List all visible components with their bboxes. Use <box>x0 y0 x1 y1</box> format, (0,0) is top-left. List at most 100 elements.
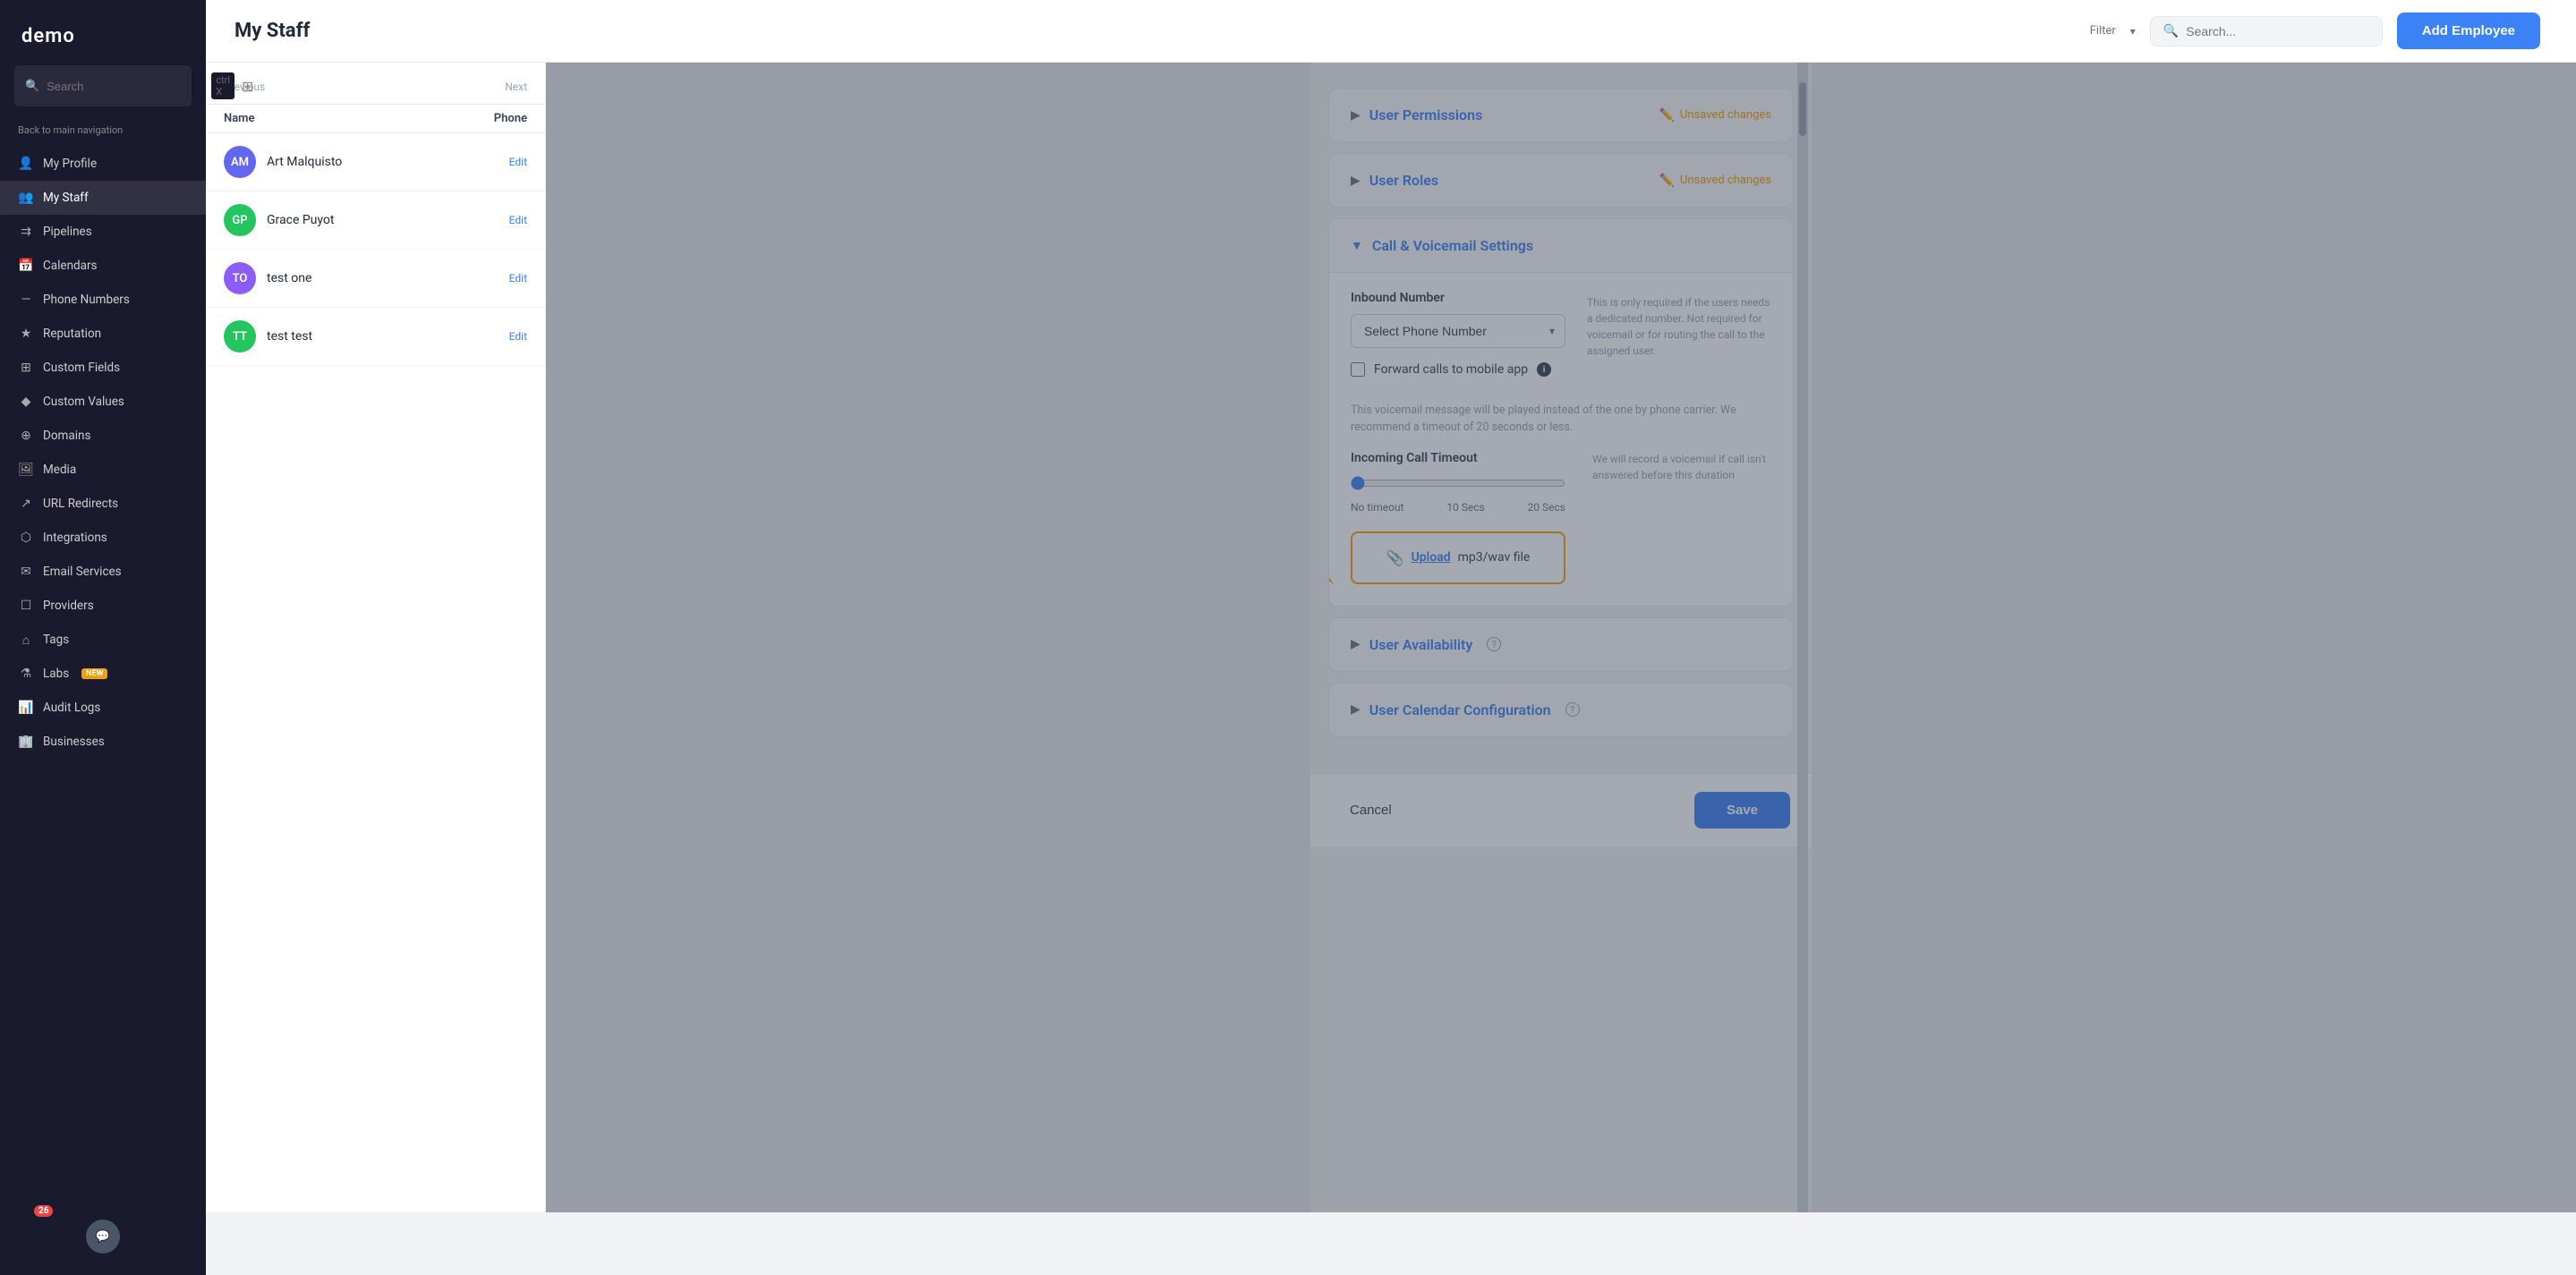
user-availability-header[interactable]: ▶ User Availability ? <box>1329 618 1793 671</box>
sidebar-search-bar[interactable]: 🔍 ctrl X ⊞ <box>14 65 192 106</box>
scrollbar[interactable] <box>1797 63 1808 1212</box>
filter-icon[interactable]: ⊞ <box>242 78 253 95</box>
top-bar: My Staff Filter ▾ 🔍 Add Employee <box>206 0 2576 63</box>
sidebar-item-email-services[interactable]: ✉ Email Services <box>0 555 206 589</box>
upload-text: mp3/wav file <box>1458 550 1531 565</box>
edit-link-testone[interactable]: Edit <box>509 272 527 285</box>
sidebar-item-label: Phone Numbers <box>43 293 130 307</box>
user-permissions-header[interactable]: ▶ User Permissions ✏️ Unsaved changes <box>1329 89 1793 141</box>
sidebar-item-url-redirects[interactable]: ↗ URL Redirects <box>0 487 206 521</box>
pipe-icon: ⇉ <box>18 224 34 240</box>
forward-calls-checkbox[interactable] <box>1351 362 1365 377</box>
sidebar-item-integrations[interactable]: ⬡ Integrations <box>0 521 206 555</box>
sidebar-item-label: My Staff <box>43 191 89 205</box>
staff-item-testone[interactable]: TO test one Edit <box>206 250 545 308</box>
user-availability-title: User Availability <box>1369 636 1473 653</box>
edit-link-art[interactable]: Edit <box>509 156 527 168</box>
sidebar-item-my-staff[interactable]: 👥 My Staff <box>0 181 206 215</box>
chevron-down-icon[interactable]: ▾ <box>2130 25 2136 38</box>
section-header-left: ▶ User Calendar Configuration ? <box>1351 701 1580 718</box>
avatar-testone: TO <box>224 262 256 294</box>
forward-calls-row: Forward calls to mobile app i <box>1351 362 1565 377</box>
help-icon[interactable]: ? <box>1487 637 1501 651</box>
slider-label-no-timeout: No timeout <box>1351 501 1404 514</box>
filter-label: Filter <box>2090 24 2116 38</box>
staff-item-grace[interactable]: GP Grace Puyot Edit <box>206 191 545 250</box>
user-availability-section: ▶ User Availability ? <box>1328 617 1794 672</box>
sidebar-item-label: Calendars <box>43 259 98 273</box>
user-calendar-header[interactable]: ▶ User Calendar Configuration ? <box>1329 684 1793 736</box>
search-icon: 🔍 <box>25 80 39 93</box>
help-icon[interactable]: ? <box>1565 702 1580 717</box>
paperclip-icon: 📎 <box>1386 549 1404 566</box>
phone-column-header: Phone <box>420 112 527 125</box>
sidebar-item-custom-values[interactable]: ◆ Custom Values <box>0 385 206 419</box>
unsaved-label: Unsaved changes <box>1680 174 1771 187</box>
cancel-button[interactable]: Cancel <box>1332 794 1410 827</box>
form-panel: ▶ User Permissions ✏️ Unsaved changes <box>1310 63 1812 1212</box>
pencil-icon: ✏️ <box>1659 174 1674 188</box>
save-button[interactable]: Save <box>1694 792 1790 829</box>
avatar-initials: TO <box>233 272 248 285</box>
edit-link-grace[interactable]: Edit <box>509 214 527 226</box>
sidebar-item-label: Providers <box>43 599 94 613</box>
staff-item-art[interactable]: AM Art Malquisto Edit <box>206 133 545 191</box>
phone-number-select[interactable]: Select Phone Number <box>1351 314 1565 348</box>
sidebar-item-label: Integrations <box>43 531 107 545</box>
upload-box[interactable]: 📎 Upload mp3/wav file <box>1351 531 1565 584</box>
content-right: ▶ User Permissions ✏️ Unsaved changes <box>546 63 2576 1212</box>
avatar-art: AM <box>224 146 256 178</box>
edit-link-testtest[interactable]: Edit <box>509 330 527 343</box>
sidebar-item-labs[interactable]: ⚗ Labs NEW <box>0 657 206 691</box>
top-bar-search[interactable]: 🔍 <box>2150 16 2383 47</box>
sidebar-item-pipelines[interactable]: ⇉ Pipelines <box>0 215 206 249</box>
upload-area: 📎 Upload mp3/wav file <box>1351 514 1565 584</box>
email-icon: ✉ <box>18 564 34 580</box>
staff-name-grace: Grace Puyot <box>267 213 499 227</box>
call-voicemail-section: ▼ Call & Voicemail Settings Inbound Numb… <box>1328 218 1794 607</box>
upload-link[interactable]: Upload <box>1412 550 1451 565</box>
search-icon: 🔍 <box>2163 24 2179 38</box>
staff-item-testtest[interactable]: TT test test Edit <box>206 308 545 366</box>
sidebar-item-providers[interactable]: ☐ Providers <box>0 589 206 623</box>
phone-number-select-wrapper[interactable]: Select Phone Number ▾ <box>1351 314 1565 348</box>
timeout-slider[interactable] <box>1351 476 1565 490</box>
inbound-number-row: Inbound Number Select Phone Number ▾ <box>1351 291 1771 377</box>
sidebar-back-label: Back to main navigation <box>0 121 206 143</box>
sidebar-item-my-profile[interactable]: 👤 My Profile <box>0 147 206 181</box>
chevron-right-icon: ▶ <box>1351 637 1361 651</box>
chevron-right-icon: ▶ <box>1351 174 1361 188</box>
building-icon: 🏢 <box>18 734 34 750</box>
user-permissions-unsaved-badge: ✏️ Unsaved changes <box>1659 108 1771 123</box>
sidebar-item-label: Email Services <box>43 565 122 579</box>
sidebar-item-label: My Profile <box>43 157 97 171</box>
sidebar-item-calendars[interactable]: 📅 Calendars <box>0 249 206 283</box>
avatar-testtest: TT <box>224 320 256 353</box>
add-employee-button[interactable]: Add Employee <box>2397 13 2540 49</box>
staff-list-header: Name Phone <box>206 105 545 133</box>
staff-search-input[interactable] <box>2186 24 2369 38</box>
main-layout: Previous Next Name Phone AM Art Malquist… <box>206 63 2576 1275</box>
scroll-thumb[interactable] <box>1799 82 1806 136</box>
user-roles-header[interactable]: ▶ User Roles ✏️ Unsaved changes <box>1329 154 1793 207</box>
search-input[interactable] <box>47 80 204 93</box>
user-calendar-section: ▶ User Calendar Configuration ? <box>1328 683 1794 737</box>
info-icon[interactable]: i <box>1537 362 1551 377</box>
call-voicemail-header[interactable]: ▼ Call & Voicemail Settings <box>1329 219 1793 272</box>
sidebar-item-custom-fields[interactable]: ⊞ Custom Fields <box>0 351 206 385</box>
sidebar-item-audit-logs[interactable]: 📊 Audit Logs <box>0 691 206 725</box>
sidebar-item-reputation[interactable]: ★ Reputation <box>0 317 206 351</box>
call-voicemail-title: Call & Voicemail Settings <box>1372 237 1533 254</box>
slider-label-20-secs: 20 Secs <box>1528 501 1565 514</box>
chat-button[interactable]: 💬 26 <box>0 1198 206 1275</box>
staff-name-art: Art Malquisto <box>267 155 499 169</box>
pencil-icon: ✏️ <box>1659 108 1674 123</box>
sidebar-item-businesses[interactable]: 🏢 Businesses <box>0 725 206 759</box>
timeout-label: Incoming Call Timeout <box>1351 451 1571 465</box>
sidebar-item-phone-numbers[interactable]: — Phone Numbers <box>0 283 206 317</box>
sidebar-item-media[interactable]: 🖼 Media <box>0 453 206 487</box>
sidebar-item-tags[interactable]: ⌂ Tags <box>0 623 206 657</box>
sidebar-item-label: Media <box>43 463 76 477</box>
sidebar-item-domains[interactable]: ⊕ Domains <box>0 419 206 453</box>
box-icon: ☐ <box>18 598 34 614</box>
